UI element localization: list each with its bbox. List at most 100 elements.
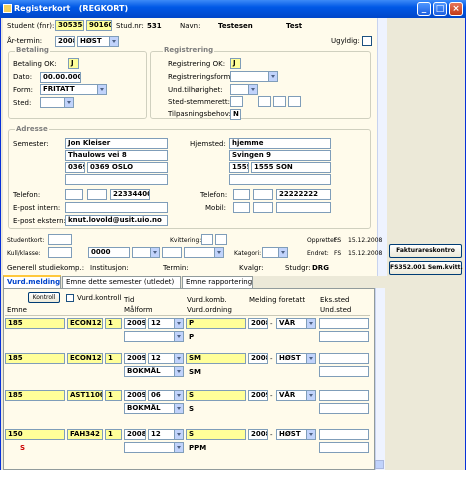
- kull-year-field[interactable]: 0000: [88, 247, 130, 258]
- row2-mterm-select[interactable]: HØST: [276, 353, 316, 364]
- row2-und-sted[interactable]: [319, 366, 369, 377]
- row3-und-sted[interactable]: [319, 403, 369, 414]
- row1-eks-sted[interactable]: [319, 318, 369, 329]
- grid-scrollbar[interactable]: [375, 288, 385, 470]
- kontroll-button[interactable]: Kontroll: [28, 292, 60, 303]
- row4-vkomb[interactable]: S: [186, 429, 246, 440]
- row4-mterm-select[interactable]: HØST: [276, 429, 316, 440]
- mobil-area-field[interactable]: [253, 202, 273, 213]
- row4-eks-sted[interactable]: [319, 429, 369, 440]
- row4-year[interactable]: 2008: [124, 429, 146, 440]
- row4-inst[interactable]: 150: [5, 429, 65, 440]
- scroll-down-button[interactable]: [375, 460, 384, 469]
- vurd-kontroll-checkbox[interactable]: [66, 294, 74, 302]
- term-select[interactable]: HØST: [77, 36, 119, 47]
- kull-select[interactable]: [184, 247, 224, 258]
- epost-intern-field[interactable]: [65, 202, 168, 213]
- kull-extra-field[interactable]: [162, 247, 182, 258]
- hj-sted-field[interactable]: 1555 SON: [251, 162, 331, 173]
- fakturareskontro-button[interactable]: Fakturareskontro: [389, 244, 462, 258]
- tlf-field[interactable]: 22334400: [110, 189, 150, 200]
- row3-eks-sted[interactable]: [319, 390, 369, 401]
- row3-month-select[interactable]: 06: [148, 390, 184, 401]
- ugyldig-checkbox[interactable]: [362, 36, 372, 46]
- row1-year[interactable]: 2009: [124, 318, 146, 329]
- sem-kvitt-button[interactable]: FS352.001 Sem.kvitt.: [389, 261, 463, 275]
- fnr2-field[interactable]: 90160: [86, 20, 112, 31]
- mobil-field[interactable]: [276, 202, 331, 213]
- row3-vkomb[interactable]: S: [186, 390, 246, 401]
- hj-street-field[interactable]: Svingen 9: [229, 150, 331, 161]
- mobil-prefix-field[interactable]: [233, 202, 250, 213]
- row4-maalform-select[interactable]: [124, 442, 184, 453]
- kull-term-select[interactable]: [132, 247, 160, 258]
- row3-mterm-select[interactable]: VÅR: [276, 390, 316, 401]
- betaling-ok-field[interactable]: J: [68, 58, 79, 69]
- row1-vkomb[interactable]: P: [186, 318, 246, 329]
- sem-street-field[interactable]: Thaulows vei 8: [65, 150, 168, 161]
- sem-sted-field[interactable]: 0369 OSLO: [87, 162, 168, 173]
- row4-und-sted[interactable]: [319, 442, 369, 453]
- sem-postnr-field[interactable]: 0369: [65, 162, 85, 173]
- hj-postnr-field[interactable]: 1555: [229, 162, 249, 173]
- tlf2-area-field[interactable]: [253, 189, 273, 200]
- row1-month-select[interactable]: 12: [148, 318, 184, 329]
- sem-name-field[interactable]: Jon Kleiser: [65, 138, 168, 149]
- stedstem-field-2[interactable]: [258, 96, 271, 107]
- hj-name-field[interactable]: hjemme: [229, 138, 331, 149]
- row2-ver[interactable]: 1: [105, 353, 122, 364]
- row2-inst[interactable]: 185: [5, 353, 65, 364]
- row3-ver[interactable]: 1: [105, 390, 122, 401]
- row2-month-select[interactable]: 12: [148, 353, 184, 364]
- sem-extra-field[interactable]: [65, 174, 168, 185]
- row1-mterm-select[interactable]: VÅR: [276, 318, 316, 329]
- row2-maalform-select[interactable]: BOKMÅL: [124, 366, 184, 377]
- year-field[interactable]: 2008: [55, 36, 75, 47]
- row1-myear[interactable]: 2008: [248, 318, 268, 329]
- maximize-button[interactable]: □: [433, 2, 447, 16]
- close-button[interactable]: ×: [449, 2, 463, 16]
- kull-field[interactable]: [48, 247, 72, 258]
- row2-emne[interactable]: ECON1220: [67, 353, 103, 364]
- kvittering-field[interactable]: [201, 234, 213, 245]
- tab-vurd-melding[interactable]: Vurd.melding: [3, 275, 61, 289]
- row3-maalform-select[interactable]: BOKMÅL: [124, 403, 184, 414]
- row3-year[interactable]: 2009: [124, 390, 146, 401]
- hj-extra-field[interactable]: [229, 174, 331, 185]
- row3-inst[interactable]: 185: [5, 390, 65, 401]
- row1-maalform-select[interactable]: [124, 331, 184, 342]
- tlf-prefix-field[interactable]: [65, 189, 83, 200]
- dato-field[interactable]: 00.00.0000: [40, 72, 81, 83]
- stedstem-field-4[interactable]: [288, 96, 301, 107]
- tlf2-field[interactable]: 22222222: [276, 189, 331, 200]
- form-select[interactable]: FRITATT: [40, 84, 107, 95]
- studentkort-field[interactable]: [48, 234, 72, 245]
- row2-eks-sted[interactable]: [319, 353, 369, 364]
- row4-ver[interactable]: 1: [105, 429, 122, 440]
- row1-inst[interactable]: 185: [5, 318, 65, 329]
- tilp-field[interactable]: N: [230, 109, 241, 120]
- row1-emne[interactable]: ECON1220: [67, 318, 103, 329]
- sted-select[interactable]: [40, 97, 74, 108]
- minimize-button[interactable]: _: [417, 2, 431, 16]
- regform-select[interactable]: [230, 71, 278, 82]
- row1-und-sted[interactable]: [319, 331, 369, 342]
- und-select[interactable]: [230, 84, 258, 95]
- tlf2-prefix-field[interactable]: [233, 189, 250, 200]
- row3-myear[interactable]: 2009: [248, 390, 268, 401]
- row2-year[interactable]: 2009: [124, 353, 146, 364]
- stedstem-field-3[interactable]: [273, 96, 286, 107]
- row2-myear[interactable]: 2008: [248, 353, 268, 364]
- row3-emne[interactable]: AST1100: [67, 390, 103, 401]
- stedstem-field-1[interactable]: [230, 96, 243, 107]
- kategori-select[interactable]: [262, 247, 288, 258]
- tlf-area-field[interactable]: [87, 189, 107, 200]
- row4-myear[interactable]: 2008: [248, 429, 268, 440]
- reg-ok-field[interactable]: J: [230, 58, 241, 69]
- kvittering-field-2[interactable]: [215, 234, 227, 245]
- row4-emne[interactable]: FAH342: [67, 429, 103, 440]
- epost-ekstern-field[interactable]: knut.lovold@usit.uio.no: [65, 215, 168, 226]
- row4-month-select[interactable]: 12: [148, 429, 184, 440]
- row2-vkomb[interactable]: SM: [186, 353, 246, 364]
- fnr1-field[interactable]: 305358: [55, 20, 84, 31]
